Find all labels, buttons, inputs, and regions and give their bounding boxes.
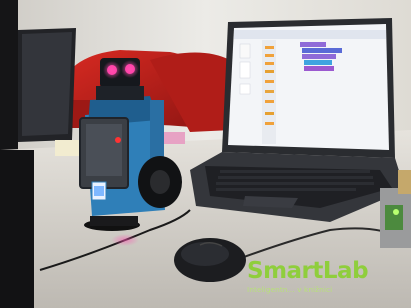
computer-mouse [174,238,246,282]
logo-tagline: Inteligentn... v knižnici [247,285,333,294]
laptop-touchpad [243,196,298,208]
tape-roll [55,140,83,156]
smartlab-logo: SmartLab Inteligentn... v knižnici [247,258,411,308]
photo-scene: SmartLab Inteligentn... v knižnici [0,0,411,308]
logo-word-lab: Lab [322,258,369,284]
sticky-item [163,132,185,144]
left-foreground [0,150,34,308]
monitor-left [18,28,76,142]
logo-wordmark: SmartLab [247,258,369,284]
logo-word-smart: Smart [247,258,323,284]
